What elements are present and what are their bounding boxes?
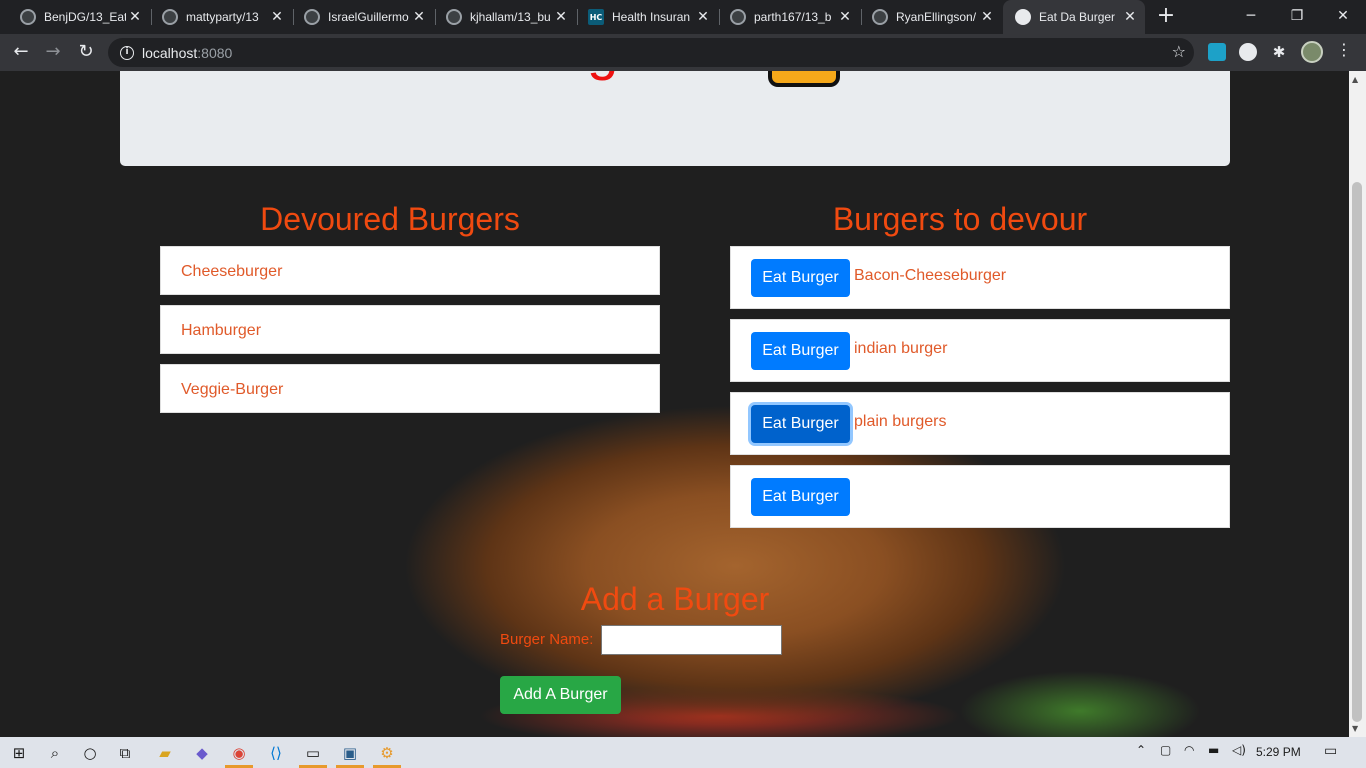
github-icon bbox=[304, 9, 320, 25]
close-icon[interactable]: ✕ bbox=[410, 9, 428, 25]
to-devour-heading: Burgers to devour bbox=[832, 201, 1088, 237]
tab-title: Health Insuran bbox=[612, 10, 691, 24]
add-burger-button[interactable]: Add A Burger bbox=[500, 676, 621, 714]
close-icon[interactable]: ✕ bbox=[836, 9, 854, 25]
cortana-icon[interactable]: ○ bbox=[79, 742, 101, 764]
eat-burger-button[interactable]: Eat Burger bbox=[751, 331, 850, 370]
to-devour-item: Eat Burger indian burger bbox=[730, 319, 1230, 382]
github-icon bbox=[162, 9, 178, 25]
browser-tab-active[interactable]: Eat Da Burger ✕ bbox=[1003, 0, 1145, 34]
burger-emoji-icon bbox=[768, 71, 840, 87]
page-viewport: Burgers! Devoured Burgers Burgers to dev… bbox=[0, 71, 1349, 737]
jumbotron: Burgers! bbox=[120, 71, 1230, 166]
browser-tab[interactable]: parth167/13_b ✕ bbox=[718, 0, 860, 34]
site-info-icon[interactable]: i bbox=[120, 45, 134, 60]
burger-name: indian burger bbox=[854, 339, 948, 357]
extension-icon[interactable] bbox=[1239, 43, 1257, 61]
chevron-up-icon[interactable]: ⌃ bbox=[1136, 743, 1146, 757]
devoured-item: Cheeseburger bbox=[160, 246, 660, 295]
battery-icon[interactable]: ▬ bbox=[1208, 743, 1219, 757]
burger-name: plain burgers bbox=[854, 412, 947, 430]
meet-now-icon[interactable]: ▢ bbox=[1160, 743, 1171, 757]
scroll-up-icon[interactable]: ▲ bbox=[1352, 75, 1358, 84]
devoured-heading: Devoured Burgers bbox=[260, 201, 520, 237]
close-icon[interactable]: ✕ bbox=[552, 9, 570, 25]
hc-icon: HC bbox=[588, 9, 604, 25]
back-icon[interactable]: ← bbox=[7, 38, 35, 66]
browser-tab[interactable]: RyanEllingson/ ✕ bbox=[860, 0, 1002, 34]
bookmark-star-icon[interactable]: ☆ bbox=[1172, 42, 1186, 61]
minimize-icon[interactable]: ─ bbox=[1228, 0, 1274, 34]
app-icon[interactable]: ⚙ bbox=[376, 742, 398, 764]
vscode-icon[interactable]: ⟨⟩ bbox=[265, 742, 287, 764]
to-devour-item: Eat Burger bbox=[730, 465, 1230, 528]
close-icon[interactable]: ✕ bbox=[694, 9, 712, 25]
tab-title: mattyparty/13 bbox=[186, 10, 259, 24]
scroll-thumb[interactable] bbox=[1352, 182, 1362, 722]
taskbar-clock[interactable]: 5:29 PM bbox=[1256, 745, 1301, 759]
search-icon[interactable]: ⌕ bbox=[44, 742, 66, 764]
browser-toolbar: ← → ↻ i localhost:8080 ☆ ✱ bbox=[0, 34, 1366, 71]
reload-icon[interactable]: ↻ bbox=[72, 38, 100, 66]
burger-name-input[interactable] bbox=[601, 625, 782, 655]
puzzle-icon[interactable]: ✱ bbox=[1270, 43, 1288, 61]
tab-title: kjhallam/13_bu bbox=[470, 10, 551, 24]
browser-tab[interactable]: BenjDG/13_Eat ✕ bbox=[8, 0, 150, 34]
eat-burger-button[interactable]: Eat Burger bbox=[751, 258, 850, 297]
task-view-icon[interactable]: ⧉ bbox=[114, 742, 136, 764]
new-tab-button[interactable]: + bbox=[1154, 4, 1178, 28]
eat-burger-button[interactable]: Eat Burger bbox=[751, 477, 850, 516]
page-title: Burgers! bbox=[500, 71, 712, 82]
to-devour-item: Eat Burger plain burgers bbox=[730, 392, 1230, 455]
windows-start-icon[interactable]: ⊞ bbox=[8, 742, 30, 764]
taskbar: ⊞ ⌕ ○ ⧉ ▰ ◆ ◉ ⟨⟩ ▭ ▣ ⚙ ⌃ ▢ ◠ ▬ ◁) 5:29 P… bbox=[0, 737, 1366, 768]
window-close-icon[interactable]: ✕ bbox=[1320, 0, 1366, 34]
tab-title: parth167/13_b bbox=[754, 10, 832, 24]
to-devour-item: Eat Burger Bacon-Cheeseburger bbox=[730, 246, 1230, 309]
file-explorer-icon[interactable]: ▰ bbox=[154, 742, 176, 764]
scrollbar[interactable]: ▲ ▼ bbox=[1349, 71, 1366, 737]
github-icon bbox=[872, 9, 888, 25]
tab-title: RyanEllingson/ bbox=[896, 10, 977, 24]
app-icon[interactable]: ▣ bbox=[339, 742, 361, 764]
tab-title: IsraelGuillermo bbox=[328, 10, 409, 24]
menu-icon[interactable]: ⋮ bbox=[1336, 40, 1352, 59]
volume-icon[interactable]: ◁) bbox=[1232, 743, 1246, 757]
browser-tab[interactable]: kjhallam/13_bu ✕ bbox=[434, 0, 576, 34]
browser-tab[interactable]: IsraelGuillermo ✕ bbox=[292, 0, 434, 34]
url-port: :8080 bbox=[197, 44, 233, 61]
app-icon[interactable]: ◆ bbox=[191, 742, 213, 764]
github-icon bbox=[730, 9, 746, 25]
add-burger-heading: Add a Burger bbox=[580, 581, 770, 617]
tab-strip: BenjDG/13_Eat ✕ mattyparty/13 ✕ IsraelGu… bbox=[0, 0, 1366, 34]
close-icon[interactable]: ✕ bbox=[978, 9, 996, 25]
browser-tab[interactable]: mattyparty/13 ✕ bbox=[150, 0, 292, 34]
close-icon[interactable]: ✕ bbox=[1121, 9, 1139, 25]
globe-icon bbox=[1015, 9, 1031, 25]
restore-icon[interactable]: ❐ bbox=[1274, 0, 1320, 34]
devoured-item: Veggie-Burger bbox=[160, 364, 660, 413]
devoured-item: Hamburger bbox=[160, 305, 660, 354]
url-host: localhost bbox=[142, 44, 198, 61]
eat-burger-button[interactable]: Eat Burger bbox=[751, 404, 850, 443]
scroll-down-icon[interactable]: ▼ bbox=[1352, 724, 1358, 733]
close-icon[interactable]: ✕ bbox=[126, 9, 144, 25]
tab-title: BenjDG/13_Eat bbox=[44, 10, 126, 24]
burger-name: Bacon-Cheeseburger bbox=[854, 266, 1007, 284]
burger-name-label: Burger Name: bbox=[500, 631, 594, 648]
notifications-icon[interactable]: ▭ bbox=[1324, 743, 1337, 759]
github-icon bbox=[20, 9, 36, 25]
chrome-icon[interactable]: ◉ bbox=[228, 742, 250, 764]
address-bar[interactable]: i localhost:8080 ☆ bbox=[108, 38, 1194, 67]
extension-icon[interactable] bbox=[1208, 43, 1226, 61]
tab-title: Eat Da Burger bbox=[1039, 10, 1116, 24]
wifi-icon[interactable]: ◠ bbox=[1184, 743, 1194, 757]
browser-tab[interactable]: HC Health Insuran ✕ bbox=[576, 0, 718, 34]
terminal-icon[interactable]: ▭ bbox=[302, 742, 324, 764]
github-icon bbox=[446, 9, 462, 25]
forward-icon[interactable]: → bbox=[39, 38, 67, 66]
profile-avatar[interactable] bbox=[1301, 41, 1323, 63]
close-icon[interactable]: ✕ bbox=[268, 9, 286, 25]
